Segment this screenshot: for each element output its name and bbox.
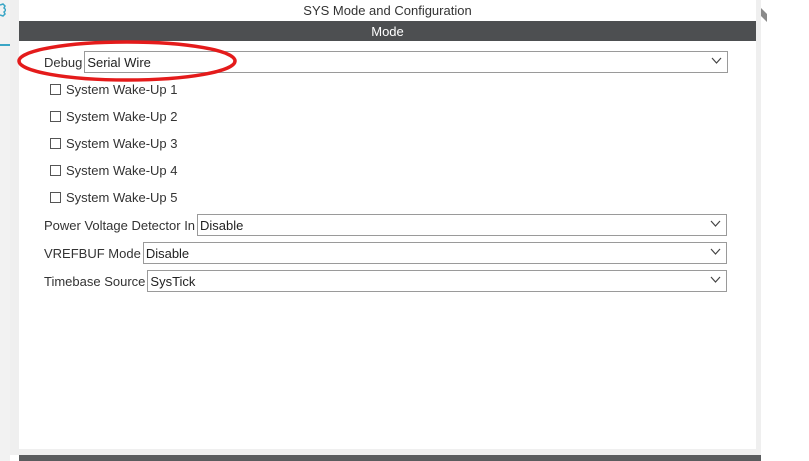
pvd-value: Disable (200, 217, 244, 233)
accent-line (0, 44, 10, 46)
pvd-select[interactable]: Disable (197, 214, 728, 236)
wakeup-4-row[interactable]: System Wake-Up 4 (50, 161, 178, 179)
collapse-arrow-icon[interactable] (761, 8, 767, 26)
chevron-down-icon (711, 57, 722, 64)
pvd-label: Power Voltage Detector In (44, 217, 196, 233)
wakeup-2-label: System Wake-Up 2 (66, 108, 178, 124)
wakeup-3-label: System Wake-Up 3 (66, 135, 178, 151)
wakeup-1-row[interactable]: System Wake-Up 1 (50, 80, 178, 98)
timebase-label: Timebase Source (44, 273, 146, 289)
left-strip (0, 0, 10, 461)
pvd-row: Power Voltage Detector In Disable (44, 214, 728, 236)
vrefbuf-value: Disable (145, 245, 190, 261)
debug-label: Debug (44, 54, 83, 70)
debug-value: Serial Wire (87, 54, 151, 70)
right-edge (761, 0, 809, 461)
gear-icon[interactable] (0, 3, 6, 17)
wakeup-3-checkbox[interactable] (50, 137, 61, 149)
timebase-row: Timebase Source SysTick (44, 270, 728, 292)
wakeup-5-checkbox[interactable] (50, 191, 61, 203)
bottom-bar (19, 455, 761, 461)
wakeup-2-checkbox[interactable] (50, 110, 61, 122)
chevron-down-icon (710, 220, 721, 227)
debug-row: Debug Serial Wire (44, 51, 729, 73)
wakeup-1-checkbox[interactable] (50, 83, 61, 95)
wakeup-4-label: System Wake-Up 4 (66, 162, 178, 178)
vrefbuf-row: VREFBUF Mode Disable (44, 242, 727, 264)
wakeup-2-row[interactable]: System Wake-Up 2 (50, 107, 178, 125)
timebase-value: SysTick (150, 273, 196, 289)
debug-select[interactable]: Serial Wire (84, 51, 729, 73)
chevron-down-icon (710, 248, 721, 255)
wakeup-5-label: System Wake-Up 5 (66, 189, 178, 205)
wakeup-5-row[interactable]: System Wake-Up 5 (50, 188, 178, 206)
mode-section-header: Mode (19, 21, 756, 41)
wakeup-1-label: System Wake-Up 1 (66, 81, 178, 97)
vrefbuf-label: VREFBUF Mode (44, 245, 141, 261)
chevron-down-icon (710, 276, 721, 283)
timebase-select[interactable]: SysTick (147, 270, 728, 292)
vrefbuf-select[interactable]: Disable (142, 242, 727, 264)
wakeup-4-checkbox[interactable] (50, 164, 61, 176)
wakeup-3-row[interactable]: System Wake-Up 3 (50, 134, 178, 152)
panel-title: SYS Mode and Configuration (303, 3, 472, 18)
